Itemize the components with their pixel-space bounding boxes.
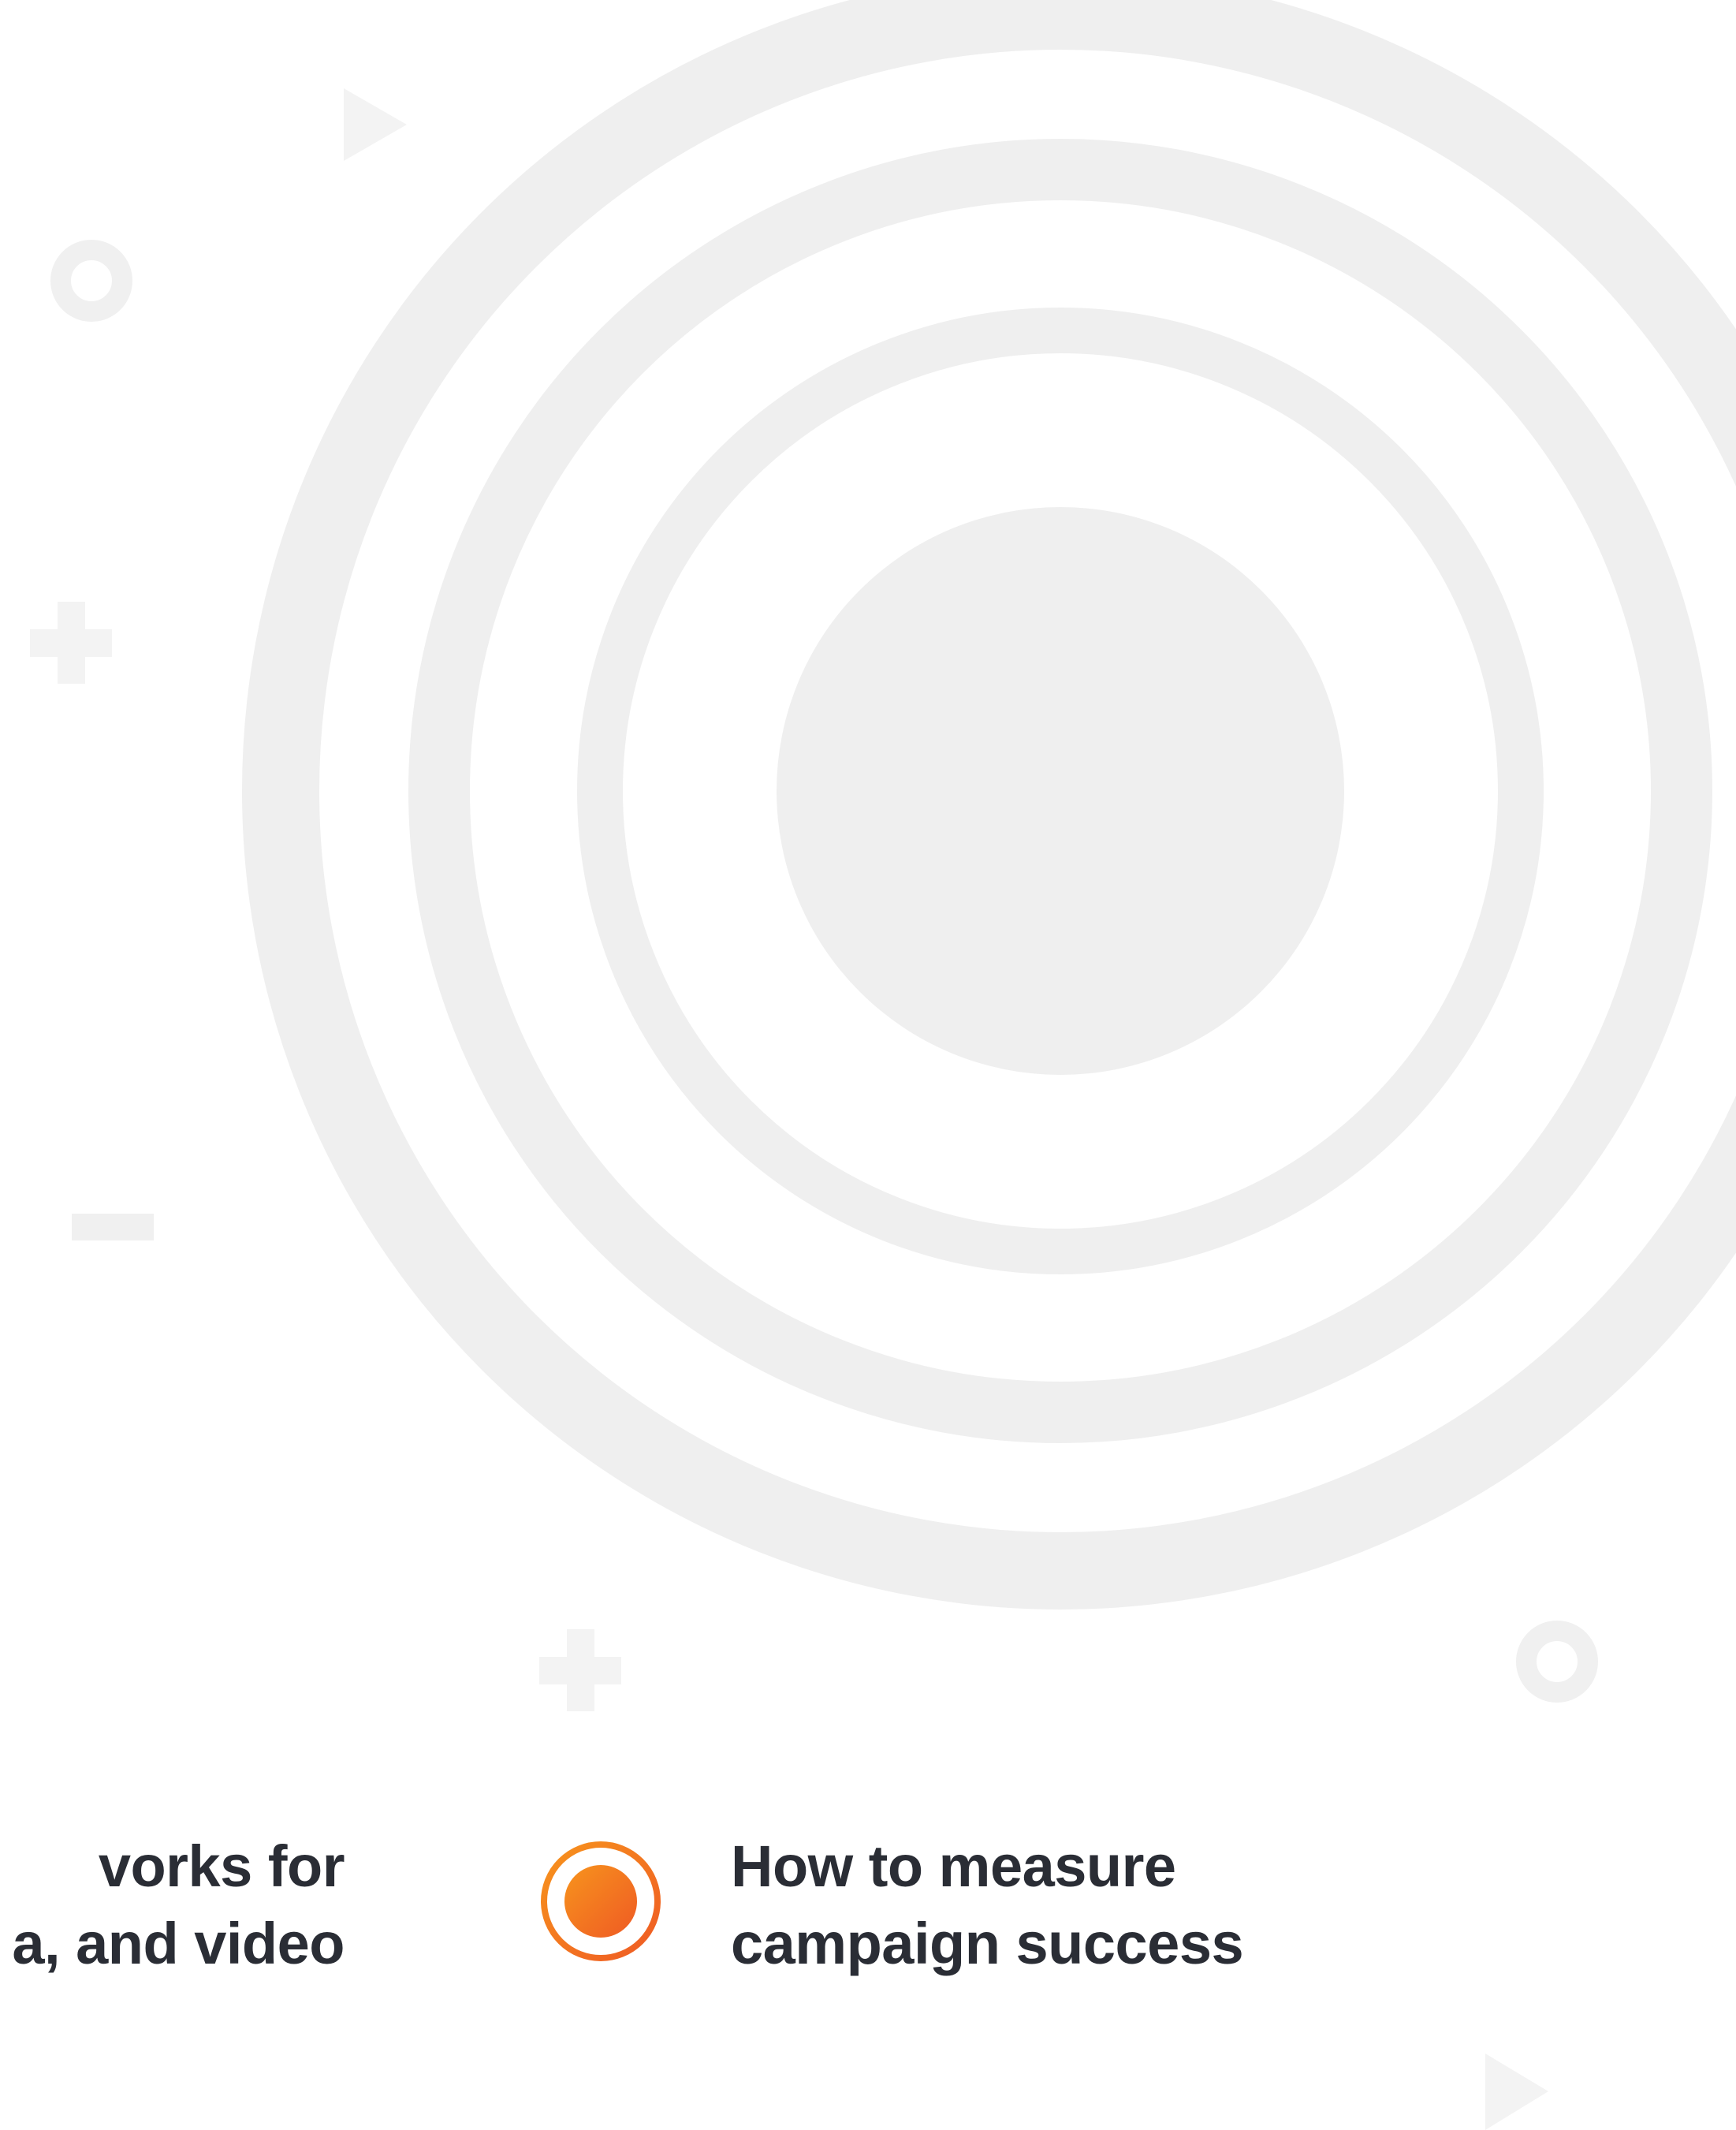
feature-caption-right: How to measure campaign success (731, 1828, 1244, 1983)
caption-left-line-2: a, and video (12, 1911, 345, 1976)
plus-icon (539, 1629, 621, 1711)
plus-icon (30, 602, 112, 684)
caption-right-line-2: campaign success (731, 1911, 1244, 1976)
triangle-icon (1485, 2054, 1548, 2130)
background-illustration (30, 0, 1736, 2130)
caption-left-line-1: vorks for (98, 1833, 345, 1899)
minus-icon (72, 1214, 154, 1240)
target-bullet-icon (541, 1841, 661, 1961)
ring-icon (1516, 1621, 1598, 1703)
caption-right-line-1: How to measure (731, 1833, 1176, 1899)
feature-caption-left: vorks for a, and video (12, 1828, 345, 1983)
ring-icon (50, 240, 132, 322)
center-disc (777, 507, 1344, 1075)
triangle-icon (344, 88, 407, 161)
